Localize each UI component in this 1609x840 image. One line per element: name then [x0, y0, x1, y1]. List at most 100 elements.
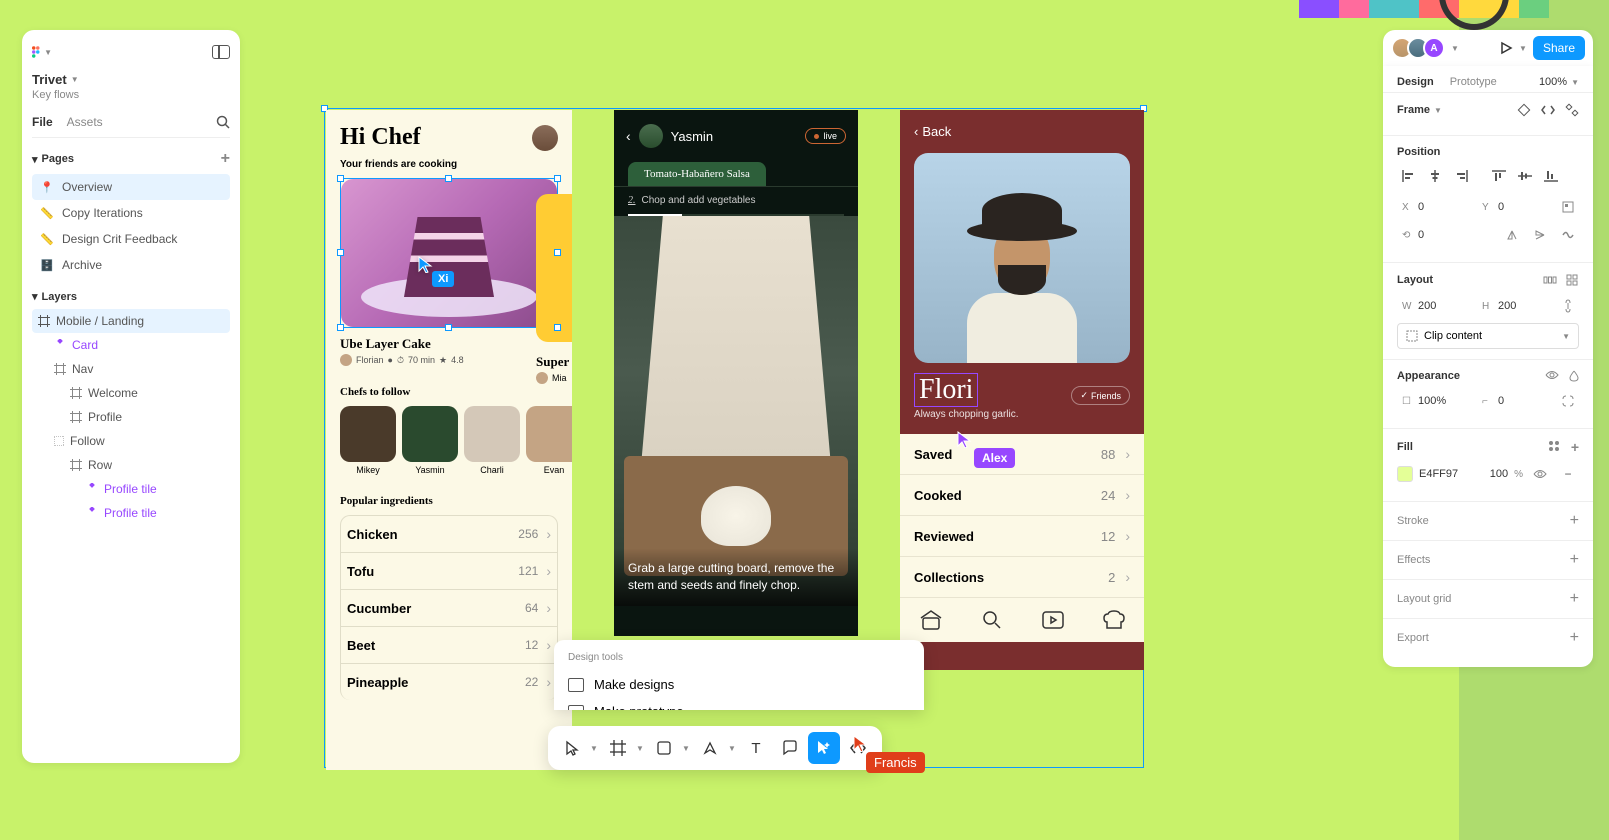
dev-mode-icon[interactable] — [1541, 103, 1555, 117]
frame-tool[interactable] — [602, 732, 634, 764]
avatar[interactable]: A — [1423, 37, 1445, 59]
layout-grid-section[interactable]: Layout grid+ — [1383, 580, 1593, 619]
profile-stats: Saved88›Cooked24›Reviewed12›Collections2… — [900, 434, 1144, 598]
make-designs-item[interactable]: Make designs — [568, 671, 910, 698]
ai-actions-menu: Design tools Make designs Make prototype — [554, 640, 924, 710]
chef-tile: Yasmin — [402, 406, 458, 475]
width-input[interactable]: W200 — [1397, 296, 1471, 316]
radius-input[interactable]: ⌐0 — [1477, 391, 1551, 411]
align-right-icon[interactable] — [1449, 166, 1473, 186]
page-item[interactable]: 📏Copy Iterations — [32, 200, 230, 226]
present-icon[interactable] — [1499, 41, 1513, 55]
layer-component-profile-tile-2[interactable]: Profile tile — [32, 501, 230, 525]
chevron-down-icon[interactable]: ▼ — [682, 744, 692, 753]
assets-tab[interactable]: Assets — [67, 115, 103, 129]
align-top-icon[interactable] — [1487, 166, 1511, 186]
fill-color-swatch[interactable] — [1397, 466, 1413, 482]
align-vcenter-icon[interactable] — [1513, 166, 1537, 186]
individual-radius-icon[interactable] — [1557, 390, 1579, 412]
chevron-down-icon[interactable]: ▼ — [590, 744, 600, 753]
share-button[interactable]: Share — [1533, 36, 1585, 60]
export-section[interactable]: Export+ — [1383, 619, 1593, 657]
panel-toggle-icon[interactable] — [212, 45, 230, 59]
layout-grid-icon[interactable] — [1565, 273, 1579, 287]
add-page-icon[interactable]: + — [221, 150, 230, 168]
align-hcenter-icon[interactable] — [1423, 166, 1447, 186]
fill-opacity-input[interactable]: 100 — [1490, 468, 1508, 480]
mobile-frame-live[interactable]: ‹ Yasmin live Tomato-Habañero Salsa 2. C… — [614, 110, 858, 636]
absolute-position-icon[interactable] — [1557, 196, 1579, 218]
more-options-icon[interactable] — [1557, 224, 1579, 246]
friends-badge: ✓ Friends — [1071, 386, 1130, 405]
comment-tool[interactable] — [774, 732, 806, 764]
mobile-frame-landing[interactable]: Hi Chef Your friends are cooking Xi Ube … — [326, 110, 572, 770]
y-input[interactable]: Y0 — [1477, 197, 1551, 217]
layer-frame-nav[interactable]: Nav — [32, 357, 230, 381]
stat-row: Saved88› — [900, 434, 1144, 475]
pages-header[interactable]: ▾Pages + — [32, 150, 230, 168]
chevron-down-icon[interactable]: ▼ — [728, 744, 738, 753]
x-input[interactable]: X0 — [1397, 197, 1471, 217]
stroke-section[interactable]: Stroke+ — [1383, 502, 1593, 541]
collaborator-avatars[interactable]: A — [1391, 37, 1445, 59]
variable-icon[interactable] — [1517, 103, 1531, 117]
add-fill-icon[interactable]: + — [1571, 439, 1579, 455]
file-tab[interactable]: File — [32, 115, 53, 129]
figma-menu[interactable]: ▼ — [32, 42, 52, 62]
flip-h-icon[interactable] — [1501, 224, 1523, 246]
make-prototype-item[interactable]: Make prototype — [568, 698, 910, 710]
rectangle-tool[interactable] — [648, 732, 680, 764]
collaborator-cursor-alex: Alex — [956, 430, 974, 448]
layer-frame-welcome[interactable]: Welcome — [32, 381, 230, 405]
eye-icon[interactable] — [1545, 370, 1559, 382]
align-bottom-icon[interactable] — [1539, 166, 1563, 186]
selected-card[interactable]: Xi — [340, 178, 558, 328]
effects-section[interactable]: Effects+ — [1383, 541, 1593, 580]
frame-type[interactable]: Frame — [1397, 104, 1430, 116]
height-input[interactable]: H200 — [1477, 296, 1551, 316]
flip-v-icon[interactable] — [1529, 224, 1551, 246]
recipe-tab: Tomato-Habañero Salsa — [628, 162, 766, 186]
layer-frame-mobile-landing[interactable]: Mobile / Landing — [32, 309, 230, 333]
fill-hex-input[interactable]: E4FF97 — [1419, 468, 1484, 480]
chevron-down-icon[interactable]: ▼ — [1519, 44, 1527, 53]
search-icon — [979, 608, 1005, 632]
design-tab[interactable]: Design — [1397, 72, 1434, 92]
video-icon — [1040, 608, 1066, 632]
eye-icon[interactable] — [1529, 463, 1551, 485]
stat-row: Cooked24› — [900, 475, 1144, 516]
search-icon[interactable] — [216, 115, 230, 129]
clip-content-toggle[interactable]: Clip content ▼ — [1397, 323, 1579, 349]
rotation-input[interactable]: ⟲0 — [1397, 225, 1448, 245]
zoom-control[interactable]: 100%▼ — [1539, 76, 1579, 88]
chevron-down-icon[interactable]: ▼ — [1451, 44, 1459, 53]
mobile-frame-profile[interactable]: ‹ Back Flori ✓ Friends Always chopping g… — [900, 110, 1144, 670]
component-icon[interactable] — [1565, 103, 1579, 117]
constrain-icon[interactable] — [1557, 295, 1579, 317]
chevron-down-icon[interactable]: ▼ — [636, 744, 646, 753]
opacity-input[interactable]: ☐100% — [1397, 391, 1471, 411]
pen-tool[interactable] — [694, 732, 726, 764]
layer-frame-follow[interactable]: Follow — [32, 429, 230, 453]
profile-name-editing[interactable]: Flori — [914, 373, 978, 407]
layer-component-card[interactable]: Card — [32, 333, 230, 357]
move-tool[interactable] — [556, 732, 588, 764]
page-item[interactable]: 🗄️Archive — [32, 252, 230, 278]
auto-layout-icon[interactable] — [1543, 273, 1557, 287]
appearance-section: Appearance — [1397, 370, 1460, 382]
ai-actions-tool[interactable] — [808, 732, 840, 764]
layer-frame-row[interactable]: Row — [32, 453, 230, 477]
prototype-tab[interactable]: Prototype — [1450, 72, 1497, 92]
layer-component-profile-tile-1[interactable]: Profile tile — [32, 477, 230, 501]
page-item[interactable]: 📏Design Crit Feedback — [32, 226, 230, 252]
styles-icon[interactable] — [1547, 439, 1561, 455]
layers-header[interactable]: ▾Layers — [32, 290, 230, 303]
text-tool[interactable]: T — [740, 732, 772, 764]
layer-frame-profile[interactable]: Profile — [32, 405, 230, 429]
page-item[interactable]: 📍Overview — [32, 174, 230, 200]
project-name[interactable]: Trivet▼ — [32, 72, 230, 87]
ingredient-row: Pineapple22› — [341, 664, 557, 700]
remove-fill-icon[interactable]: − — [1557, 463, 1579, 485]
align-left-icon[interactable] — [1397, 166, 1421, 186]
blend-icon[interactable] — [1569, 370, 1579, 382]
